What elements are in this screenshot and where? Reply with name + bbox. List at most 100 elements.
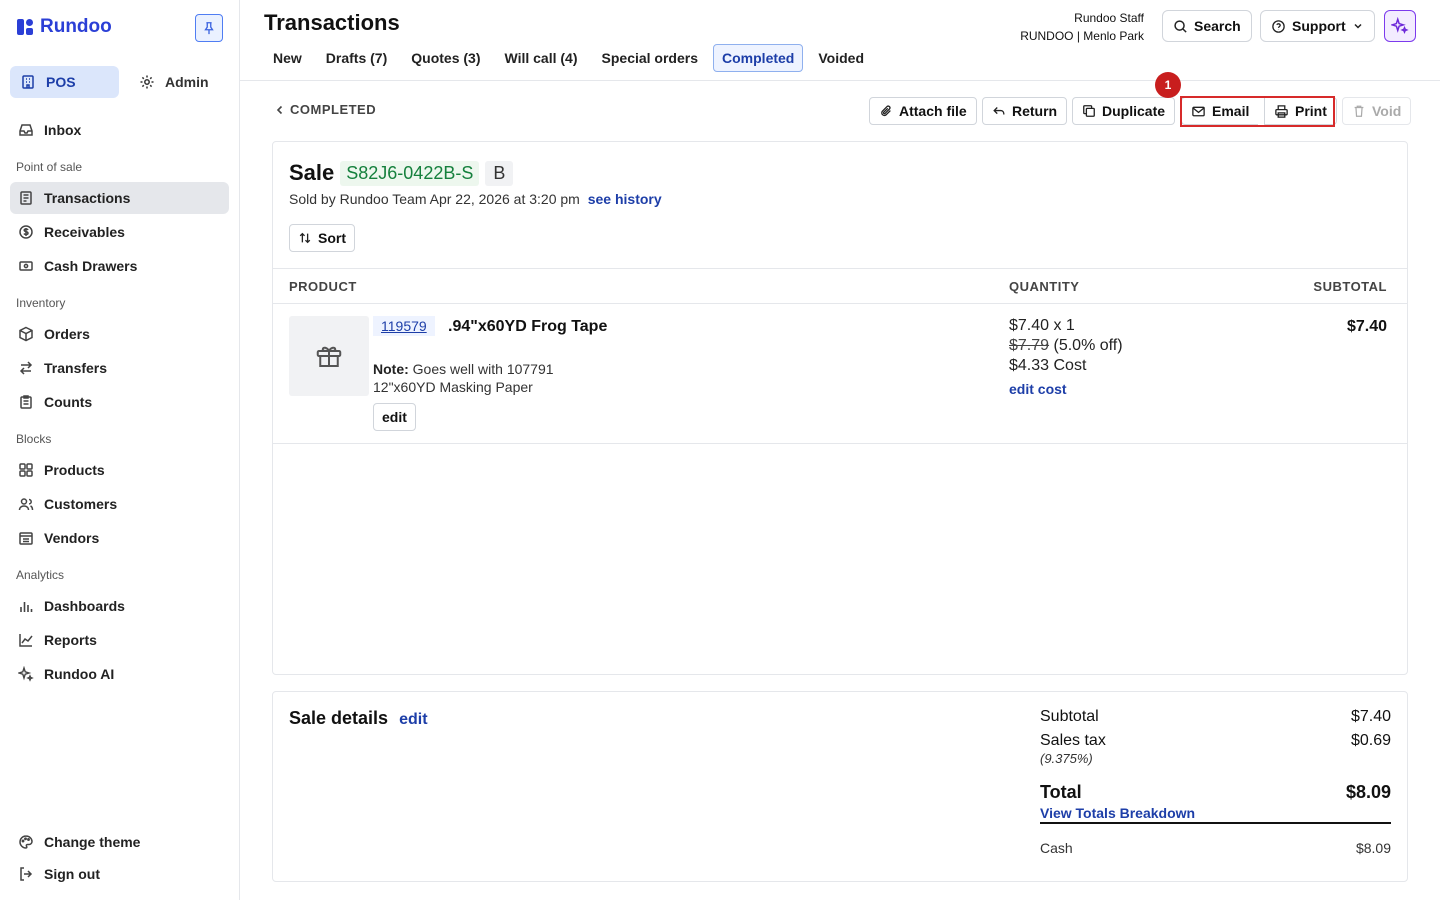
mode-pos[interactable]: POS [10, 66, 119, 98]
sign-out-button[interactable]: Sign out [10, 858, 229, 890]
sidebar-item-inbox[interactable]: Inbox [10, 114, 229, 146]
gift-icon [316, 346, 342, 367]
chevron-down-icon [1354, 23, 1362, 29]
sidebar-item-rundoo-ai[interactable]: Rundoo AI [10, 658, 229, 690]
row-subtotal: $7.40 [1346, 318, 1387, 335]
cost-text: $4.33 Cost [1009, 357, 1087, 374]
grid-icon [19, 463, 33, 477]
sold-by-text: Sold by Rundoo Team Apr 22, 2026 at 3:20… [289, 191, 662, 207]
pin-sidebar-button[interactable] [195, 14, 223, 42]
sale-label: Sale [289, 160, 335, 185]
help-circle-icon [1272, 19, 1285, 33]
sale-tag: B [485, 160, 514, 186]
app-name: Rundoo [40, 16, 112, 37]
dollar-circle-icon [19, 225, 33, 239]
section-point-of-sale: Point of sale [16, 160, 83, 174]
quantity-cell: $7.40 x 1 $7.79 (5.0% off) $4.33 Cost ed… [1009, 316, 1123, 399]
palette-icon [19, 835, 33, 849]
receipt-icon [20, 191, 32, 205]
chevron-left-icon [276, 105, 283, 114]
edit-cost-link[interactable]: edit cost [1009, 379, 1123, 399]
cash-icon [19, 261, 33, 271]
tab-voided[interactable]: Voided [809, 44, 873, 72]
tax-rate: (9.375%) [1040, 751, 1093, 766]
annotation-badge: 1 [1155, 72, 1181, 98]
building-icon [22, 75, 34, 89]
pin-icon [204, 22, 214, 35]
sidebar-item-counts[interactable]: Counts [10, 386, 229, 418]
logo[interactable]: Rundoo [16, 16, 112, 38]
sidebar-item-vendors[interactable]: Vendors [10, 522, 229, 554]
support-button[interactable]: Support [1260, 10, 1375, 42]
clipboard-icon [20, 395, 32, 409]
rundoo-logo-icon [17, 19, 33, 35]
copy-icon [1083, 105, 1095, 117]
sidebar-item-receivables[interactable]: Receivables [10, 216, 229, 248]
user-info: Rundoo Staff RUNDOO | Menlo Park [1020, 9, 1144, 45]
section-blocks: Blocks [16, 432, 52, 446]
column-quantity: QUANTITY [1009, 279, 1080, 294]
sale-details-title: Sale details edit [289, 708, 428, 728]
column-subtotal: SUBTOTAL [1313, 279, 1387, 294]
tab-new[interactable]: New [264, 44, 311, 72]
page-title: Transactions [264, 10, 400, 35]
sort-button[interactable]: Sort [289, 224, 355, 252]
discount-text: (5.0% off) [1053, 337, 1123, 354]
price-quantity: $7.40 x 1 [1009, 317, 1075, 334]
search-button[interactable]: Search [1162, 10, 1252, 42]
ai-assistant-button[interactable] [1384, 10, 1416, 42]
sidebar-item-transactions[interactable]: Transactions [10, 182, 229, 214]
sidebar-item-reports[interactable]: Reports [10, 624, 229, 656]
gear-icon [140, 75, 154, 89]
tab-will-call[interactable]: Will call (4) [496, 44, 587, 72]
attach-file-button[interactable]: Attach file [869, 97, 977, 125]
top-header: Transactions New Drafts (7) Quotes (3) W… [240, 0, 1440, 81]
line-chart-icon [19, 634, 33, 647]
product-sku-link[interactable]: 119579 [373, 316, 435, 336]
sidebar-item-orders[interactable]: Orders [10, 318, 229, 350]
return-button[interactable]: Return [982, 97, 1068, 125]
bar-chart-icon [20, 602, 33, 612]
see-history-link[interactable]: see history [588, 191, 662, 207]
tab-special-orders[interactable]: Special orders [593, 44, 708, 72]
sidebar-item-dashboards[interactable]: Dashboards [10, 590, 229, 622]
payment-line: Cash $8.09 [1040, 840, 1391, 856]
vendor-icon [19, 532, 33, 545]
sparkle-icon [18, 666, 34, 682]
sales-tax-line: Sales tax $0.69 [1040, 732, 1391, 749]
totals-summary: Subtotal $7.40 Sales tax $0.69 (9.375%) … [1040, 708, 1391, 856]
inbox-icon [19, 124, 33, 136]
sidebar-item-cash-drawers[interactable]: Cash Drawers [10, 250, 229, 282]
tab-quotes[interactable]: Quotes (3) [402, 44, 489, 72]
total-line: Total $8.09 [1040, 782, 1391, 802]
edit-line-item-button[interactable]: edit [373, 403, 416, 431]
original-price: $7.79 [1009, 337, 1050, 354]
product-thumbnail [289, 316, 369, 396]
sidebar-item-transfers[interactable]: Transfers [10, 352, 229, 384]
table-header: PRODUCT QUANTITY SUBTOTAL [273, 268, 1407, 304]
sort-icon [299, 232, 311, 244]
sidebar-item-products[interactable]: Products [10, 454, 229, 486]
duplicate-button[interactable]: Duplicate [1072, 97, 1176, 125]
edit-sale-details-link[interactable]: edit [399, 711, 427, 728]
section-inventory: Inventory [16, 296, 66, 310]
tab-completed[interactable]: Completed [713, 44, 804, 72]
sign-out-icon [20, 867, 33, 881]
return-arrow-icon [993, 107, 1005, 115]
void-button[interactable]: Void [1342, 97, 1412, 125]
trash-icon [1354, 105, 1364, 117]
sidebar-item-customers[interactable]: Customers [10, 488, 229, 520]
transaction-tabs: New Drafts (7) Quotes (3) Will call (4) … [264, 44, 873, 72]
box-icon [19, 326, 33, 342]
paperclip-icon [881, 105, 891, 117]
change-theme-button[interactable]: Change theme [10, 826, 229, 858]
search-icon [1174, 19, 1187, 33]
users-icon [18, 498, 34, 511]
tab-drafts[interactable]: Drafts (7) [317, 44, 396, 72]
view-totals-breakdown-link[interactable]: View Totals Breakdown [1040, 805, 1391, 824]
section-analytics: Analytics [16, 568, 65, 582]
arrows-swap-icon [19, 361, 33, 375]
mode-admin[interactable]: Admin [129, 66, 219, 98]
back-to-completed-link[interactable]: COMPLETED [274, 102, 376, 117]
product-note: Note: Goes well with 107791 12"x60YD Mas… [373, 361, 554, 395]
